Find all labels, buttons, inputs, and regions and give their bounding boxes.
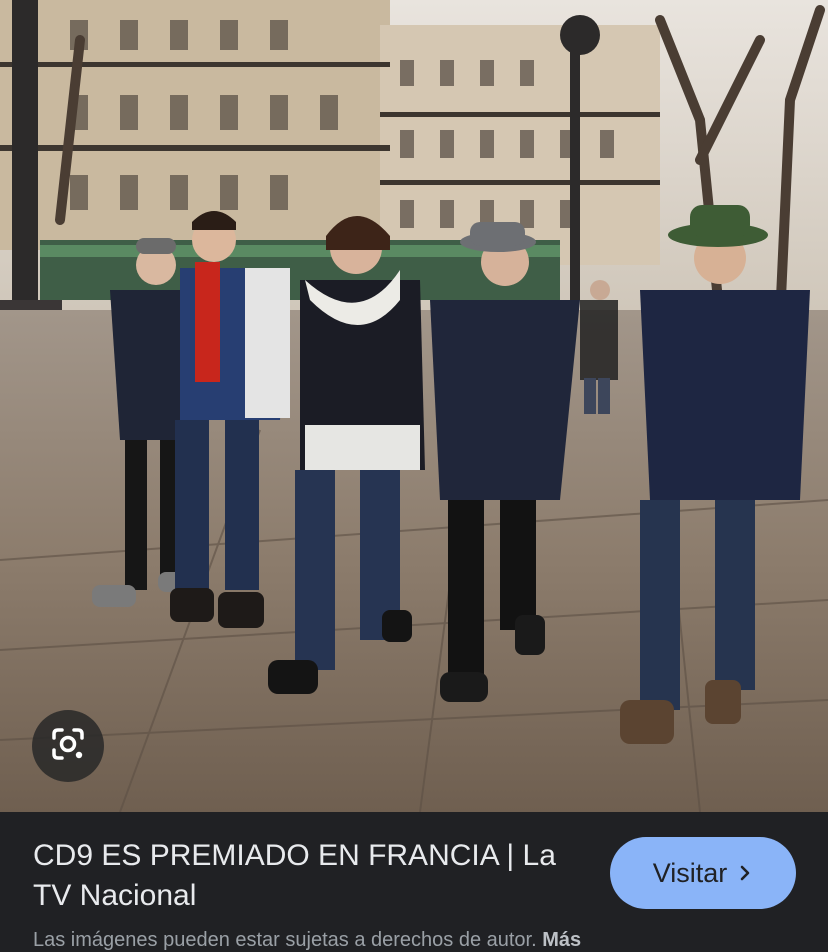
photo-illustration [0,0,828,812]
chevron-right-icon [737,864,753,882]
visit-button[interactable]: Visitar [610,837,796,909]
google-lens-icon [48,724,88,769]
copyright-notice: Las imágenes pueden estar sujetas a dere… [33,928,813,952]
visit-button-label: Visitar [652,857,728,888]
result-title[interactable]: CD9 ES PREMIADO EN FRANCIA | La TV Nacio… [33,836,593,916]
result-photo[interactable] [0,0,828,812]
google-lens-button[interactable] [32,710,104,782]
more-link[interactable]: Más [542,929,581,951]
copyright-notice-text: Las imágenes pueden estar sujetas a dere… [33,929,537,951]
